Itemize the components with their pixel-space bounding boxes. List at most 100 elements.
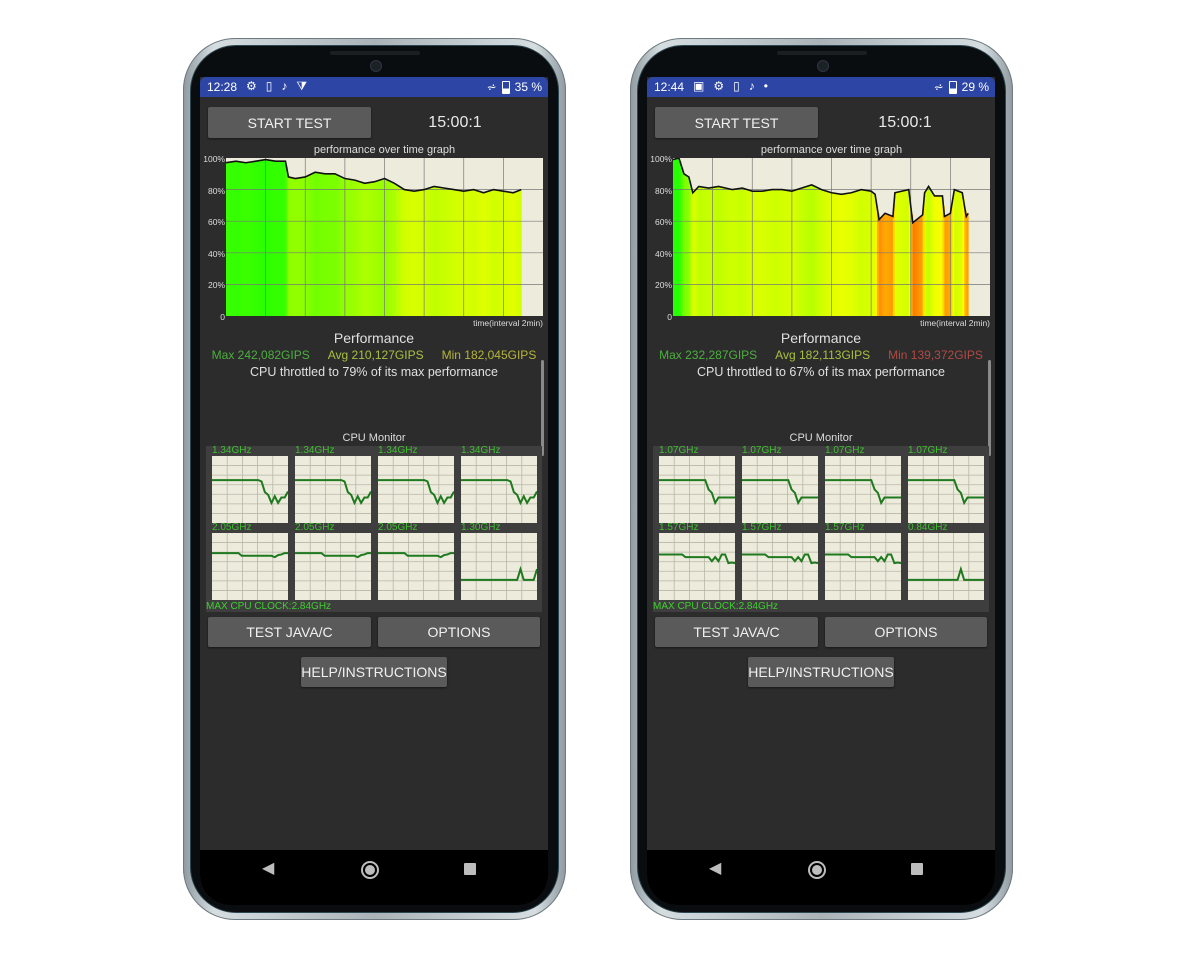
- y-tick-label: 20%: [654, 280, 672, 291]
- core-graph-svg: [908, 456, 984, 523]
- performance-stats: Max 232,287GIPS Avg 182,113GIPS Min 139,…: [647, 348, 995, 362]
- core-graph: [825, 533, 902, 600]
- core-graph-svg: [295, 533, 371, 600]
- notification-icons: ▣ ⚙ ▯ ♪ •: [693, 79, 768, 93]
- graph-title: performance over time graph: [760, 144, 903, 156]
- core-graph: [742, 533, 819, 600]
- core-frequency-line: [908, 479, 984, 506]
- music-note-icon: ♪: [281, 79, 288, 93]
- core-frequency-label: 1.34GHz: [212, 445, 252, 456]
- test-duration[interactable]: 15:00:1: [405, 114, 505, 132]
- navigation-bar: ◀: [200, 850, 548, 905]
- core-frequency-label: 1.57GHz: [825, 522, 865, 533]
- core-frequency-label: 2.05GHz: [212, 522, 252, 533]
- core-frequency-line: [295, 552, 371, 559]
- status-bar: 12:44 ▣ ⚙ ▯ ♪ • ⩫ 29 %: [647, 77, 995, 97]
- max-gips: Max 232,287GIPS: [659, 348, 758, 362]
- navigation-bar: ◀: [647, 850, 995, 905]
- core-frequency-line: [378, 552, 454, 559]
- core-graph: [742, 456, 818, 523]
- performance-title: Performance: [333, 330, 415, 346]
- home-icon[interactable]: [361, 861, 379, 879]
- battery-icon: [501, 80, 510, 94]
- core-graph: [461, 456, 538, 523]
- y-tick-label: 40%: [654, 248, 672, 259]
- core-frequency-label: 1.07GHz: [659, 445, 699, 456]
- core-frequency-label: 1.57GHz: [742, 522, 782, 533]
- core-frequency-label: 1.07GHz: [742, 445, 782, 456]
- core-frequency-line: [212, 552, 288, 559]
- core-frequency-label: 1.07GHz: [825, 445, 865, 456]
- core-graph-svg: [461, 533, 538, 600]
- core-graph: [659, 533, 736, 600]
- throttle-summary: CPU throttled to 79% of its max performa…: [249, 365, 499, 379]
- min-gips: Min 139,372GIPS: [888, 348, 983, 362]
- core-frequency-line: [378, 479, 455, 506]
- performance-title: Performance: [780, 330, 862, 346]
- recents-icon[interactable]: [911, 863, 923, 875]
- wifi-icon: ⩫: [933, 80, 944, 94]
- dot-icon: •: [763, 79, 768, 93]
- gear-icon: ⚙: [246, 79, 257, 93]
- test-java-c-button[interactable]: TEST JAVA/C: [208, 617, 371, 647]
- notification-icons: ⚙ ▯ ♪ ⧩: [246, 79, 307, 94]
- core-graph: [461, 533, 538, 600]
- core-graph-svg: [659, 456, 735, 523]
- core-frequency-line: [461, 479, 538, 506]
- start-test-button[interactable]: START TEST: [208, 107, 371, 138]
- core-frequency-line: [825, 479, 901, 506]
- core-graph: [378, 456, 455, 523]
- back-icon[interactable]: ◀: [709, 858, 721, 878]
- y-tick-label: 80%: [654, 185, 672, 196]
- core-frequency-label: 1.07GHz: [908, 445, 948, 456]
- battery-level: 35 %: [514, 80, 542, 94]
- home-icon[interactable]: [808, 861, 826, 879]
- core-frequency-line: [295, 479, 372, 506]
- options-button[interactable]: OPTIONS: [825, 617, 987, 647]
- recents-icon[interactable]: [464, 863, 476, 875]
- status-time: 12:44: [654, 80, 685, 94]
- options-button[interactable]: OPTIONS: [378, 617, 540, 647]
- phone-screen: 12:44 ▣ ⚙ ▯ ♪ • ⩫ 29 % START TEST 15:00:1 pe…: [647, 77, 995, 905]
- core-graph-svg: [742, 456, 818, 523]
- sim-icon: ▯: [733, 79, 740, 93]
- back-icon[interactable]: ◀: [262, 858, 274, 878]
- battery-level: 29 %: [961, 80, 989, 94]
- core-graph-svg: [378, 533, 454, 600]
- wifi-icon: ⩫: [486, 80, 497, 94]
- core-graph-svg: [825, 533, 902, 600]
- earpiece: [776, 51, 867, 55]
- help-instructions-button[interactable]: HELP/INSTRUCTIONS: [748, 657, 894, 687]
- core-frequency-line: [742, 479, 818, 506]
- core-graph-svg: [908, 533, 984, 600]
- performance-stats: Max 242,082GIPS Avg 210,127GIPS Min 182,…: [200, 348, 548, 362]
- phone-screen: 12:28 ⚙ ▯ ♪ ⧩ ⩫ 35 % START TEST 15:00:1 per…: [200, 77, 548, 905]
- status-right: ⩫ 35 %: [487, 80, 542, 94]
- start-test-button[interactable]: START TEST: [655, 107, 818, 138]
- x-axis-label: time(interval 2min): [473, 318, 543, 328]
- core-graph-svg: [659, 533, 736, 600]
- front-camera: [816, 60, 829, 72]
- gear-icon: ⚙: [713, 79, 725, 93]
- max-cpu-clock: MAX CPU CLOCK:2.84GHz: [206, 601, 332, 612]
- core-graph-svg: [295, 456, 372, 523]
- avg-gips: Avg 182,113GIPS: [775, 348, 871, 362]
- help-instructions-button[interactable]: HELP/INSTRUCTIONS: [301, 657, 447, 687]
- max-cpu-clock: MAX CPU CLOCK:2.84GHz: [653, 601, 779, 612]
- core-frequency-label: 1.34GHz: [295, 445, 335, 456]
- core-graph-svg: [212, 533, 288, 600]
- cpu-monitor-panel: 1.34GHz 1.34GHz 1.34GHz 1.34GHz 2.05GHz …: [206, 445, 542, 612]
- cpu-monitor-title: CPU Monitor: [342, 432, 406, 444]
- core-graph-svg: [825, 456, 901, 523]
- core-frequency-label: 0.84GHz: [908, 522, 948, 533]
- y-tick-label: 40%: [207, 248, 225, 259]
- test-duration[interactable]: 15:00:1: [855, 114, 955, 132]
- sim-icon: ▯: [265, 79, 273, 93]
- core-frequency-label: 1.34GHz: [378, 445, 418, 456]
- earpiece: [329, 51, 420, 55]
- core-frequency-label: 1.30GHz: [461, 522, 501, 533]
- core-graph: [908, 533, 984, 600]
- graph-title: performance over time graph: [313, 144, 456, 156]
- core-frequency-label: 1.57GHz: [659, 522, 699, 533]
- test-java-c-button[interactable]: TEST JAVA/C: [655, 617, 818, 647]
